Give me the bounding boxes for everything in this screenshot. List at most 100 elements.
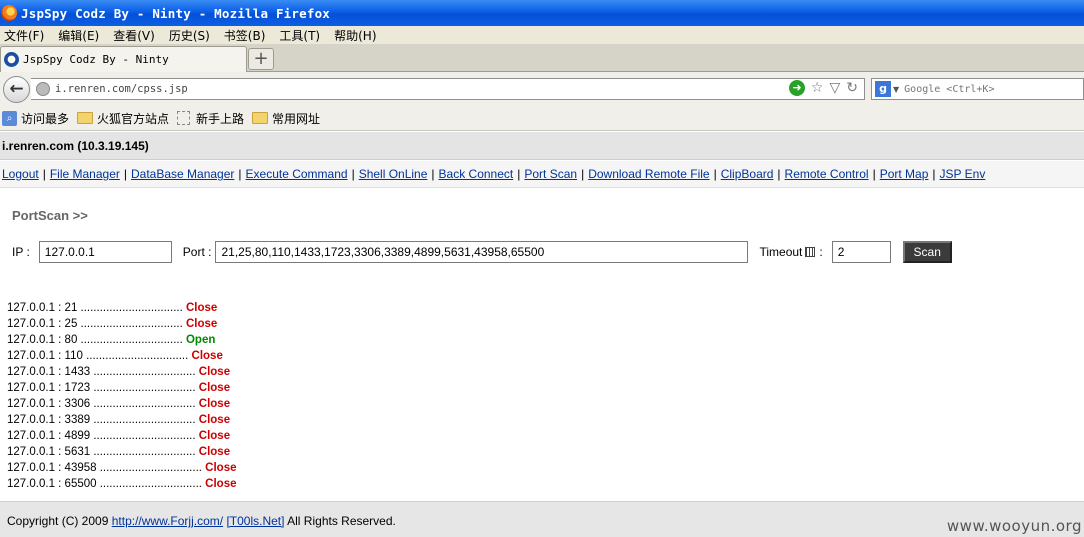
link-port-map[interactable]: Port Map	[880, 167, 929, 181]
timeout-label: Timeout	[759, 244, 803, 259]
ip-input[interactable]	[38, 240, 172, 263]
bookmark-label: 火狐官方站点	[97, 111, 170, 126]
status-close: Close	[185, 318, 218, 330]
page-header: i.renren.com (10.3.19.145)	[0, 132, 1084, 160]
status-close: Close	[205, 462, 237, 474]
tab-strip: ● JspSpy Codz By - Ninty +	[0, 44, 1084, 72]
page-footer: Copyright (C) 2009 http://www.Forjj.com/…	[0, 501, 1084, 537]
firefox-icon	[1, 5, 17, 21]
result-host: 127.0.0.1 : 25 .........................…	[7, 318, 183, 330]
menu-bar: 文件(F) 编辑(E) 查看(V) 历史(S) 书签(B) 工具(T) 帮助(H…	[0, 26, 1084, 44]
menu-help[interactable]: 帮助(H)	[330, 27, 386, 44]
separator: |	[777, 167, 781, 181]
bookmarks-toolbar: ⌕ 访问最多 火狐官方站点 新手上路 常用网址	[0, 106, 1084, 131]
search-bar[interactable]: g ▼	[871, 78, 1084, 100]
url-bar[interactable]: ➜ ☆ ▽ ↻	[31, 78, 865, 100]
separator: |	[713, 167, 717, 181]
result-host: 127.0.0.1 : 3306 .......................…	[7, 398, 196, 410]
google-search-engine-icon[interactable]: g	[875, 81, 891, 97]
link-logout[interactable]: Logout	[2, 167, 39, 181]
result-row: 127.0.0.1 : 65500 ......................…	[7, 476, 237, 492]
tab-jspspy[interactable]: ● JspSpy Codz By - Ninty	[0, 46, 247, 72]
status-close: Close	[205, 478, 237, 490]
section-title: PortScan >>	[12, 208, 88, 223]
copyright-prefix: Copyright (C) 2009	[7, 514, 109, 528]
host-info: i.renren.com (10.3.19.145)	[2, 138, 149, 153]
result-host: 127.0.0.1 : 4899 .......................…	[7, 430, 196, 442]
t00ls-link[interactable]: [T00ls.Net]	[226, 514, 284, 528]
port-input[interactable]	[215, 240, 749, 263]
timeout-colon: :	[819, 244, 823, 259]
bookmark-label: 访问最多	[21, 111, 70, 126]
search-engine-dropdown-icon[interactable]: ▼	[893, 85, 899, 94]
status-close: Close	[198, 382, 231, 394]
link-download-remote-file[interactable]: Download Remote File	[588, 167, 709, 181]
status-close: Close	[198, 430, 231, 442]
bookmark-common-sites[interactable]: 常用网址	[252, 110, 320, 127]
result-row: 127.0.0.1 : 3306 .......................…	[7, 396, 237, 412]
result-host: 127.0.0.1 : 80 .........................…	[7, 334, 183, 346]
bookmark-star-icon[interactable]: ☆	[811, 80, 824, 96]
new-tab-button[interactable]: +	[248, 48, 274, 70]
folder-icon	[252, 112, 269, 124]
result-row: 127.0.0.1 : 43958 ......................…	[7, 460, 237, 476]
globe-icon	[36, 82, 50, 96]
result-row: 127.0.0.1 : 3389 .......................…	[7, 412, 237, 428]
window-title-bar: JspSpy Codz By - Ninty - Mozilla Firefox	[0, 0, 1084, 26]
ip-label: IP :	[12, 244, 30, 259]
bookmark-label: 常用网址	[272, 111, 321, 126]
link-execute-command[interactable]: Execute Command	[246, 167, 348, 181]
link-file-manager[interactable]: File Manager	[50, 167, 120, 181]
menu-file[interactable]: 文件(F)	[0, 27, 54, 44]
bookmark-most-visited[interactable]: ⌕ 访问最多	[2, 110, 69, 127]
url-input[interactable]	[55, 83, 755, 95]
result-host: 127.0.0.1 : 1723 .......................…	[7, 382, 196, 394]
link-shell-online[interactable]: Shell OnLine	[359, 167, 428, 181]
timeout-input[interactable]	[831, 240, 891, 263]
reload-icon[interactable]: ↻	[846, 80, 858, 96]
watermark: www.wooyun.org	[946, 517, 1082, 535]
link-database-manager[interactable]: DataBase Manager	[131, 167, 234, 181]
separator: |	[42, 167, 46, 181]
result-row: 127.0.0.1 : 4899 .......................…	[7, 428, 237, 444]
link-clipboard[interactable]: ClipBoard	[721, 167, 774, 181]
menu-tools[interactable]: 工具(T)	[275, 27, 330, 44]
result-host: 127.0.0.1 : 1433 .......................…	[7, 366, 196, 378]
link-remote-control[interactable]: Remote Control	[785, 167, 869, 181]
scan-button[interactable]: Scan	[902, 240, 952, 263]
folder-icon	[77, 112, 94, 124]
result-row: 127.0.0.1 : 1723 .......................…	[7, 380, 237, 396]
menu-bookmarks[interactable]: 书签(B)	[220, 27, 276, 44]
bookmark-label: 新手上路	[196, 111, 245, 126]
status-close: Close	[185, 302, 218, 314]
separator: |	[872, 167, 876, 181]
search-input[interactable]	[904, 83, 1075, 95]
separator: |	[581, 167, 585, 181]
separator: |	[351, 167, 355, 181]
blank-page-icon	[177, 111, 191, 125]
grid-glyph-icon	[805, 246, 816, 257]
most-visited-icon: ⌕	[2, 110, 17, 126]
forjj-link[interactable]: http://www.Forjj.com/	[112, 514, 223, 528]
tab-label: JspSpy Codz By - Ninty	[23, 53, 169, 66]
bookmark-firefox-official[interactable]: 火狐官方站点	[77, 110, 169, 127]
menu-edit[interactable]: 编辑(E)	[54, 27, 109, 44]
menu-history[interactable]: 历史(S)	[165, 27, 220, 44]
result-host: 127.0.0.1 : 3389 .......................…	[7, 414, 196, 426]
result-row: 127.0.0.1 : 80 .........................…	[7, 332, 237, 348]
bookmark-getting-started[interactable]: 新手上路	[177, 110, 244, 127]
scan-results: 127.0.0.1 : 21 .........................…	[7, 300, 237, 492]
result-row: 127.0.0.1 : 25 .........................…	[7, 316, 237, 332]
result-host: 127.0.0.1 : 21 .........................…	[7, 302, 183, 314]
back-button[interactable]: ←	[3, 76, 30, 103]
result-host: 127.0.0.1 : 65500 ......................…	[7, 478, 202, 490]
go-arrow-icon[interactable]: ➜	[788, 80, 805, 96]
link-port-scan[interactable]: Port Scan	[524, 167, 577, 181]
menu-view[interactable]: 查看(V)	[109, 27, 165, 44]
result-row: 127.0.0.1 : 110 ........................…	[7, 348, 237, 364]
url-dropdown-icon[interactable]: ▽	[829, 80, 840, 96]
link-jsp-env[interactable]: JSP Env	[940, 167, 986, 181]
link-back-connect[interactable]: Back Connect	[439, 167, 514, 181]
status-close: Close	[191, 350, 223, 362]
separator: |	[932, 167, 936, 181]
